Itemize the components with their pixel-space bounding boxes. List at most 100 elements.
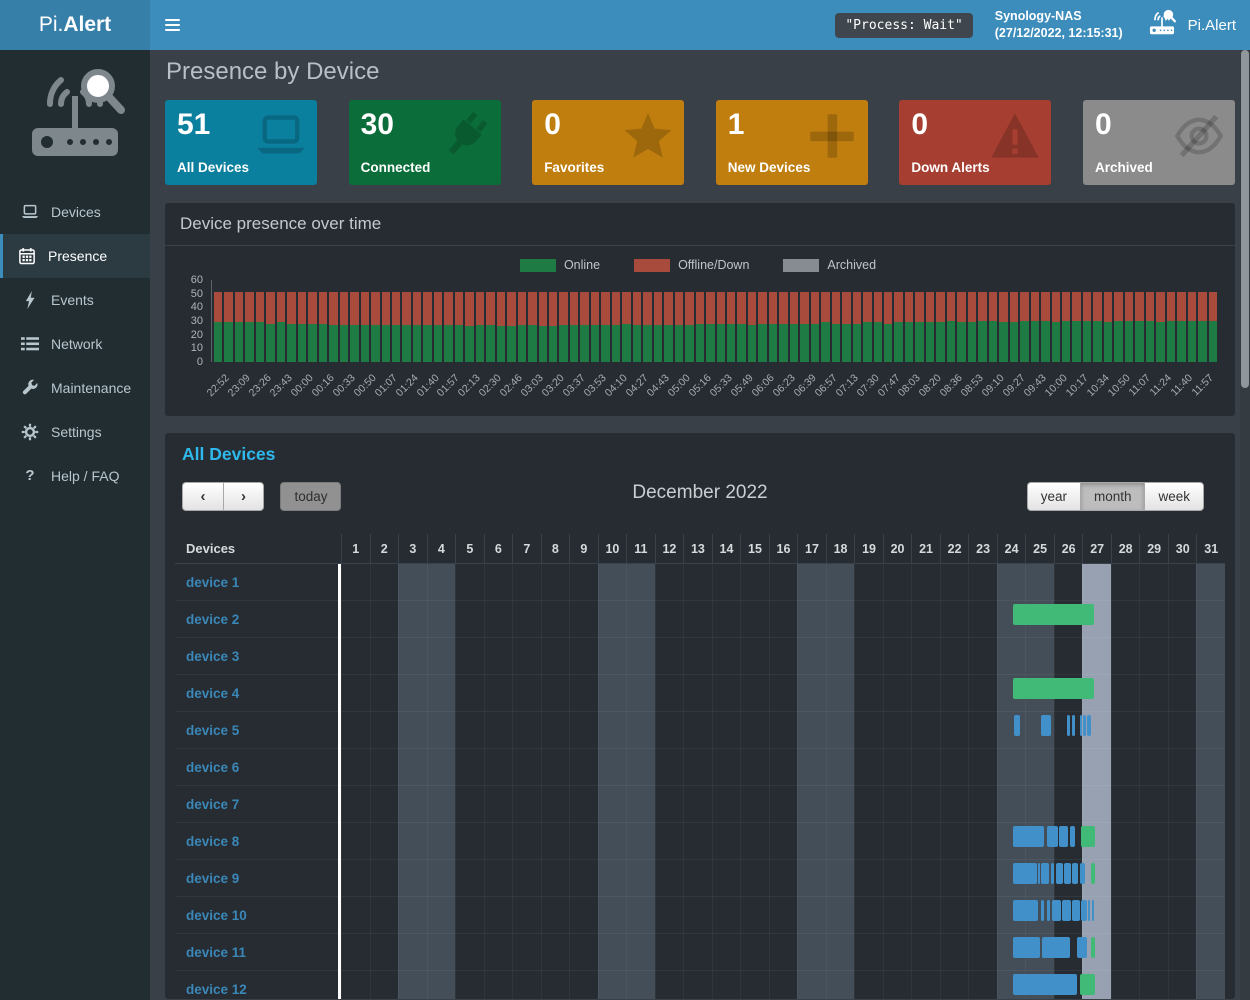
day-header-9: 9 <box>569 534 598 563</box>
today-button[interactable]: today <box>280 482 341 511</box>
chart-bar <box>748 292 756 362</box>
card-connected[interactable]: 30Connected <box>349 100 501 185</box>
y-tick-label: 10 <box>191 342 203 354</box>
presence-bar-blue[interactable] <box>1042 937 1069 958</box>
device-link[interactable]: device 9 <box>175 860 341 896</box>
presence-bar-blue[interactable] <box>1041 863 1049 884</box>
device-link[interactable]: device 2 <box>175 601 341 637</box>
device-link[interactable]: device 12 <box>175 971 341 999</box>
legend-item-online[interactable]: Online <box>520 258 600 272</box>
device-link[interactable]: device 1 <box>175 564 341 600</box>
presence-bar-green[interactable] <box>1080 974 1095 995</box>
presence-bar-blue[interactable] <box>1013 974 1077 995</box>
presence-bar-green[interactable] <box>1013 678 1094 699</box>
device-link[interactable]: device 5 <box>175 712 341 748</box>
day-header-19: 19 <box>854 534 883 563</box>
presence-bar-green[interactable] <box>1091 937 1095 958</box>
presence-bar-blue[interactable] <box>1080 715 1082 736</box>
device-link[interactable]: device 7 <box>175 786 341 822</box>
presence-bar-blue[interactable] <box>1052 900 1061 921</box>
presence-bar-blue[interactable] <box>1087 715 1091 736</box>
devices-column-header: Devices <box>175 534 341 563</box>
chart-bar <box>329 292 337 362</box>
scrollbar-thumb[interactable] <box>1241 50 1249 388</box>
legend-item-archived[interactable]: Archived <box>783 258 876 272</box>
sidebar-item-label: Settings <box>51 424 102 440</box>
card-archived[interactable]: 0Archived <box>1083 100 1235 185</box>
presence-bar-blue[interactable] <box>1013 900 1039 921</box>
page-scrollbar[interactable] <box>1240 50 1250 1000</box>
presence-bar-blue[interactable] <box>1013 863 1037 884</box>
presence-bar-blue[interactable] <box>1083 715 1086 736</box>
presence-bar-blue[interactable] <box>1041 715 1051 736</box>
presence-bar-blue[interactable] <box>1062 900 1071 921</box>
presence-bar-blue[interactable] <box>1014 715 1020 736</box>
presence-bar-blue[interactable] <box>1072 715 1075 736</box>
presence-bar-blue[interactable] <box>1077 937 1088 958</box>
presence-bar-blue[interactable] <box>1056 863 1064 884</box>
chart-bar <box>1198 292 1206 362</box>
calendar-body: device 1device 2device 3device 4device 5… <box>175 564 1225 999</box>
sidebar-toggle-icon[interactable] <box>150 0 195 50</box>
presence-bar-blue[interactable] <box>1092 900 1094 921</box>
presence-bar-blue[interactable] <box>1013 826 1044 847</box>
calendar-icon <box>18 247 36 265</box>
chart-bar <box>455 292 463 362</box>
presence-bar-green[interactable] <box>1091 863 1095 884</box>
presence-bar-blue[interactable] <box>1013 937 1041 958</box>
legend-item-offline-down[interactable]: Offline/Down <box>634 258 749 272</box>
presence-bar-blue[interactable] <box>1059 826 1068 847</box>
presence-bar-blue[interactable] <box>1072 863 1078 884</box>
prev-month-button[interactable]: ‹ <box>182 482 223 511</box>
card-down-alerts[interactable]: 0Down Alerts <box>899 100 1051 185</box>
presence-bar-green[interactable] <box>1081 826 1095 847</box>
view-month-button[interactable]: month <box>1080 482 1145 511</box>
card-all-devices[interactable]: 51All Devices <box>165 100 317 185</box>
chart-bar <box>978 292 986 362</box>
sidebar-item-devices[interactable]: Devices <box>0 190 150 234</box>
sidebar-item-network[interactable]: Network <box>0 322 150 366</box>
view-year-button[interactable]: year <box>1027 482 1080 511</box>
sidebar-item-presence[interactable]: Presence <box>0 234 150 278</box>
app-badge[interactable]: Pi.Alert <box>1145 9 1236 41</box>
day-header-4: 4 <box>427 534 456 563</box>
presence-bar-blue[interactable] <box>1064 863 1071 884</box>
card-favorites[interactable]: 0Favorites <box>532 100 684 185</box>
next-month-button[interactable]: › <box>223 482 264 511</box>
chart-y-axis: 6050403020100 <box>179 280 207 362</box>
chart-bar <box>256 292 264 362</box>
device-link[interactable]: device 3 <box>175 638 341 674</box>
presence-bar-blue[interactable] <box>1038 863 1040 884</box>
presence-bar-blue[interactable] <box>1047 900 1050 921</box>
device-link[interactable]: device 6 <box>175 749 341 785</box>
sidebar-item-help-faq[interactable]: ?Help / FAQ <box>0 454 150 498</box>
presence-bar-blue[interactable] <box>1081 900 1087 921</box>
sidebar-item-settings[interactable]: Settings <box>0 410 150 454</box>
day-header-5: 5 <box>455 534 484 563</box>
device-row: device 2 <box>175 601 1225 638</box>
device-link[interactable]: device 4 <box>175 675 341 711</box>
day-header-10: 10 <box>598 534 627 563</box>
sidebar-item-events[interactable]: Events <box>0 278 150 322</box>
presence-bar-blue[interactable] <box>1080 863 1085 884</box>
view-week-button[interactable]: week <box>1144 482 1204 511</box>
device-link[interactable]: device 8 <box>175 823 341 859</box>
device-link[interactable]: device 11 <box>175 934 341 970</box>
presence-bar-blue[interactable] <box>1072 900 1079 921</box>
brand-logo[interactable]: Pi.Alert <box>0 0 150 50</box>
chart-bar <box>1114 292 1122 362</box>
presence-bar-blue[interactable] <box>1047 826 1058 847</box>
chart-bar <box>894 292 902 362</box>
presence-bar-blue[interactable] <box>1088 900 1090 921</box>
card-label: New Devices <box>728 160 811 175</box>
presence-bar-green[interactable] <box>1013 604 1094 625</box>
presence-bar-blue[interactable] <box>1070 826 1075 847</box>
presence-bar-blue[interactable] <box>1051 863 1054 884</box>
card-new-devices[interactable]: 1New Devices <box>716 100 868 185</box>
presence-bar-blue[interactable] <box>1067 715 1070 736</box>
device-link[interactable]: device 10 <box>175 897 341 933</box>
sidebar-item-maintenance[interactable]: Maintenance <box>0 366 150 410</box>
presence-bar-blue[interactable] <box>1041 900 1044 921</box>
chart-bar <box>319 292 327 362</box>
day-header-15: 15 <box>740 534 769 563</box>
